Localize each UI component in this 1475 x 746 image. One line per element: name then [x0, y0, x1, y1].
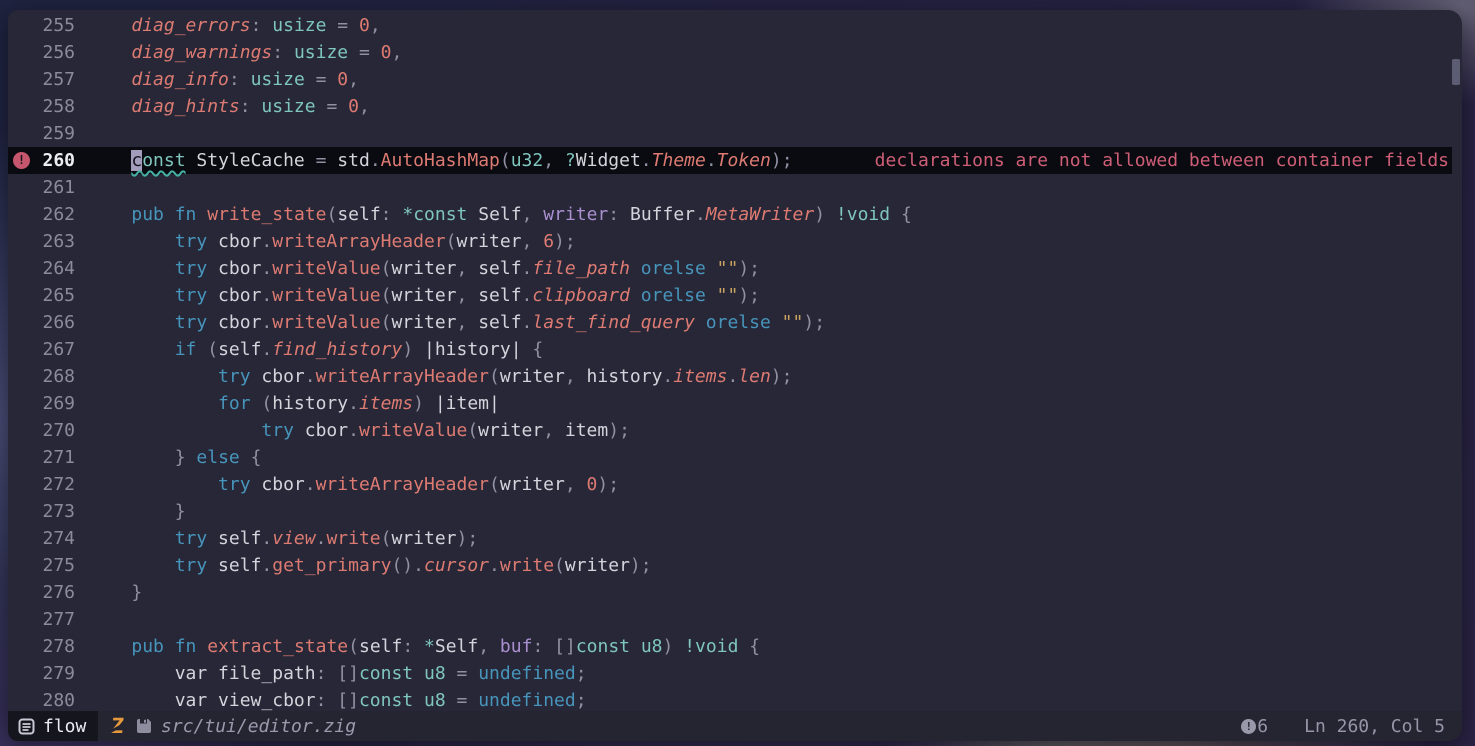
line-number[interactable]: 261	[8, 174, 88, 201]
save-icon[interactable]	[136, 718, 152, 734]
line-number[interactable]: 259	[8, 120, 88, 147]
code-text: try cbor.writeArrayHeader(writer, 0);	[88, 471, 619, 498]
line-number[interactable]: 267	[8, 336, 88, 363]
code-line[interactable]: 271 } else {	[8, 444, 1452, 471]
line-number[interactable]: 256	[8, 39, 88, 66]
code-text: var file_path: []const u8 = undefined;	[88, 660, 587, 687]
code-text: if (self.find_history) |history| {	[88, 336, 543, 363]
code-line[interactable]: 264 try cbor.writeValue(writer, self.fil…	[8, 255, 1452, 282]
error-count: 6	[1257, 716, 1268, 737]
code-line[interactable]: 258 diag_hints: usize = 0,	[8, 93, 1452, 120]
zig-logo-icon: Z	[110, 715, 125, 737]
line-number[interactable]: 275	[8, 552, 88, 579]
line-number[interactable]: 268	[8, 363, 88, 390]
editor-window: 255 diag_errors: usize = 0,256 diag_warn…	[8, 10, 1462, 741]
line-number[interactable]: 269	[8, 390, 88, 417]
code-text: try cbor.writeValue(writer, self.file_pa…	[88, 255, 760, 282]
code-line[interactable]: 266 try cbor.writeValue(writer, self.las…	[8, 309, 1452, 336]
code-line[interactable]: 261	[8, 174, 1452, 201]
code-text: var view_cbor: []const u8 = undefined;	[88, 687, 587, 711]
code-line[interactable]: 262 pub fn write_state(self: *const Self…	[8, 201, 1452, 228]
code-text: try cbor.writeArrayHeader(writer, histor…	[88, 363, 792, 390]
code-line[interactable]: 268 try cbor.writeArrayHeader(writer, hi…	[8, 363, 1452, 390]
code-line[interactable]: 257 diag_info: usize = 0,	[8, 66, 1452, 93]
code-line[interactable]: 280 var view_cbor: []const u8 = undefine…	[8, 687, 1452, 711]
code-text: diag_hints: usize = 0,	[88, 93, 370, 120]
code-text: for (history.items) |item|	[88, 390, 500, 417]
code-text: }	[88, 498, 186, 525]
code-text: pub fn write_state(self: *const Self, wr…	[88, 201, 912, 228]
code-line[interactable]: 269 for (history.items) |item|	[8, 390, 1452, 417]
code-line[interactable]: 277	[8, 606, 1452, 633]
line-number[interactable]: 280	[8, 687, 88, 711]
code-line[interactable]: 256 diag_warnings: usize = 0,	[8, 39, 1452, 66]
code-text: diag_warnings: usize = 0,	[88, 39, 402, 66]
code-text: try cbor.writeValue(writer, self.last_fi…	[88, 309, 825, 336]
line-number[interactable]: 258	[8, 93, 88, 120]
line-number[interactable]: 257	[8, 66, 88, 93]
scrollbar-thumb[interactable]	[1452, 59, 1460, 85]
error-count-badge[interactable]: ! 6	[1241, 716, 1268, 737]
diagnostic-error-icon[interactable]: !	[13, 152, 30, 169]
code-text: const StyleCache = std.AutoHashMap(u32, …	[88, 147, 793, 174]
line-number[interactable]: 263	[8, 228, 88, 255]
code-text: try cbor.writeValue(writer, self.clipboa…	[88, 282, 760, 309]
code-text: try self.view.write(writer);	[88, 525, 478, 552]
code-line[interactable]: 275 try self.get_primary().cursor.write(…	[8, 552, 1452, 579]
code-text: } else {	[88, 444, 261, 471]
code-line[interactable]: 259	[8, 120, 1452, 147]
code-line[interactable]: !260 const StyleCache = std.AutoHashMap(…	[8, 147, 1452, 174]
code-line[interactable]: 272 try cbor.writeArrayHeader(writer, 0)…	[8, 471, 1452, 498]
code-text: diag_errors: usize = 0,	[88, 12, 381, 39]
status-bar: flow Z src/tui/editor.zig ! 6 Ln 260, Co…	[8, 711, 1462, 741]
code-text: try cbor.writeValue(writer, item);	[88, 417, 630, 444]
line-number[interactable]: 264	[8, 255, 88, 282]
line-number[interactable]: 273	[8, 498, 88, 525]
code-text: try self.get_primary().cursor.write(writ…	[88, 552, 652, 579]
error-count-icon: !	[1241, 719, 1256, 734]
code-text: try cbor.writeArrayHeader(writer, 6);	[88, 228, 576, 255]
line-number[interactable]: 279	[8, 660, 88, 687]
code-text: pub fn extract_state(self: *Self, buf: […	[88, 633, 760, 660]
line-number[interactable]: 277	[8, 606, 88, 633]
line-number[interactable]: 270	[8, 417, 88, 444]
code-line[interactable]: 279 var file_path: []const u8 = undefine…	[8, 660, 1452, 687]
line-number[interactable]: 276	[8, 579, 88, 606]
line-number[interactable]: 265	[8, 282, 88, 309]
inline-diagnostic-message: declarations are not allowed between con…	[875, 147, 1449, 174]
code-line[interactable]: 276 }	[8, 579, 1452, 606]
code-line[interactable]: 274 try self.view.write(writer);	[8, 525, 1452, 552]
code-area[interactable]: 255 diag_errors: usize = 0,256 diag_warn…	[8, 10, 1452, 711]
code-text: diag_info: usize = 0,	[88, 66, 359, 93]
file-path: src/tui/editor.zig	[161, 716, 356, 737]
line-number[interactable]: 278	[8, 633, 88, 660]
code-line[interactable]: 278 pub fn extract_state(self: *Self, bu…	[8, 633, 1452, 660]
app-menu-button[interactable]: flow	[8, 711, 98, 741]
status-right-group: ! 6 Ln 260, Col 5	[1241, 716, 1462, 737]
code-line[interactable]: 263 try cbor.writeArrayHeader(writer, 6)…	[8, 228, 1452, 255]
line-number[interactable]: 272	[8, 471, 88, 498]
line-number[interactable]: 266	[8, 309, 88, 336]
line-number[interactable]: 271	[8, 444, 88, 471]
code-line[interactable]: 273 }	[8, 498, 1452, 525]
line-number[interactable]: 262	[8, 201, 88, 228]
code-line[interactable]: 267 if (self.find_history) |history| {	[8, 336, 1452, 363]
code-line[interactable]: 255 diag_errors: usize = 0,	[8, 12, 1452, 39]
code-line[interactable]: 270 try cbor.writeValue(writer, item);	[8, 417, 1452, 444]
code-line[interactable]: 265 try cbor.writeValue(writer, self.cli…	[8, 282, 1452, 309]
text-cursor: c	[131, 150, 142, 171]
desktop-background: 255 diag_errors: usize = 0,256 diag_warn…	[0, 0, 1475, 746]
line-number[interactable]: 255	[8, 12, 88, 39]
cursor-position[interactable]: Ln 260, Col 5	[1304, 716, 1445, 737]
app-name: flow	[43, 716, 86, 737]
flow-logo-icon	[18, 718, 35, 735]
code-text: }	[88, 579, 142, 606]
line-number[interactable]: 274	[8, 525, 88, 552]
